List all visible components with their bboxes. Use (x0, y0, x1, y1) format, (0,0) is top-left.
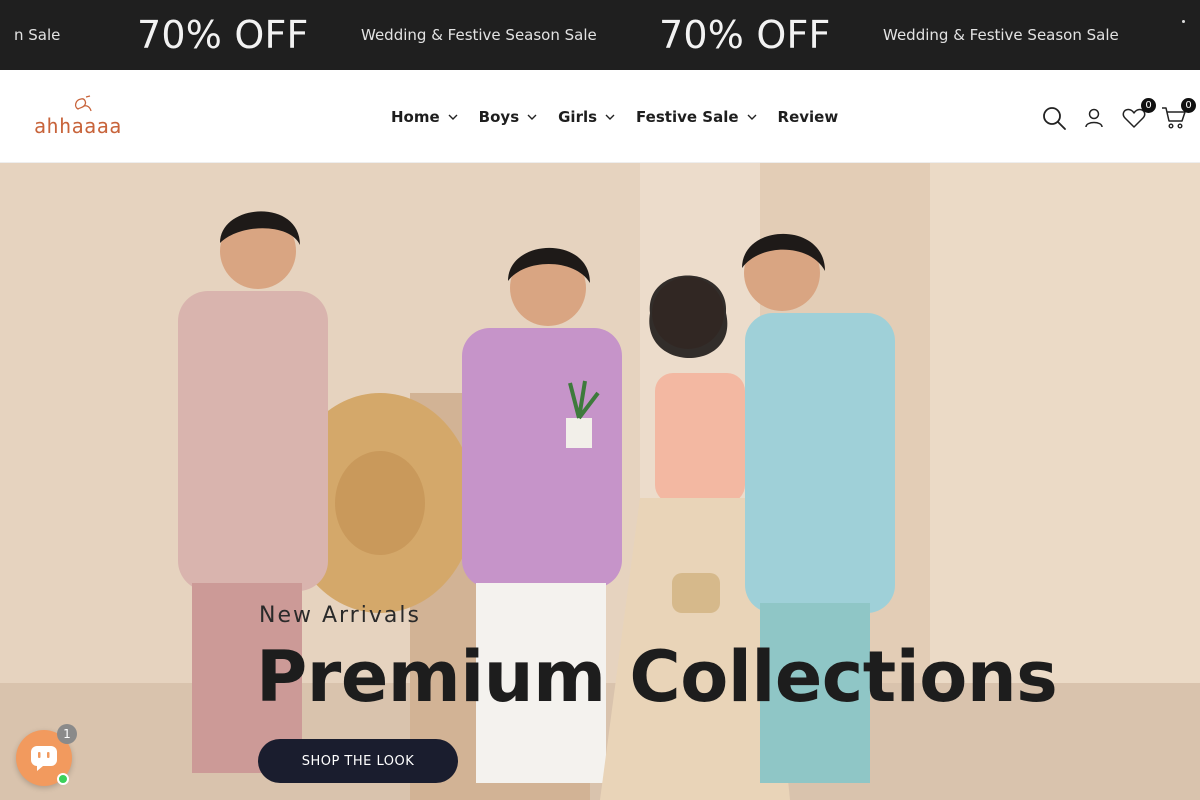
hero-headline: Premium Collections (256, 636, 1058, 718)
nav-item-label: Girls (558, 108, 598, 126)
hero-banner[interactable]: New Arrivals Premium Collections SHOP TH… (0, 163, 1200, 800)
chat-widget-button[interactable]: 1 (16, 724, 77, 786)
nav-item-review[interactable]: Review (778, 108, 839, 126)
announcement-text: n Sale (14, 26, 61, 44)
chat-unread-badge: 1 (57, 724, 77, 744)
chevron-down-icon (747, 114, 757, 120)
nav-item-girls[interactable]: Girls (558, 108, 615, 126)
wishlist-button[interactable]: 0 (1120, 98, 1156, 132)
logo-mark-icon (74, 95, 92, 112)
search-button[interactable] (1040, 104, 1068, 132)
chevron-down-icon (527, 114, 537, 120)
announcement-bar: n Sale 70% OFF Wedding & Festive Season … (0, 0, 1200, 70)
chat-icon (31, 746, 57, 771)
online-status-dot (57, 773, 69, 785)
cart-count-badge: 0 (1181, 98, 1196, 113)
site-header: ahhaaaa Home Boys Girls Festive Sale Rev… (0, 70, 1200, 163)
announcement-discount: 70% OFF (659, 13, 831, 57)
logo[interactable]: ahhaaaa (34, 95, 134, 140)
account-button[interactable] (1080, 104, 1108, 132)
announcement-discount: 70% OFF (137, 13, 309, 57)
nav-item-label: Review (777, 108, 839, 126)
chevron-down-icon (448, 114, 458, 120)
chevron-down-icon (605, 114, 615, 120)
wishlist-count-badge: 0 (1141, 98, 1156, 113)
nav-item-label: Boys (478, 108, 520, 126)
cart-button[interactable]: 0 (1160, 98, 1196, 132)
logo-wordmark: ahhaaaa (34, 114, 122, 138)
nav-item-home[interactable]: Home (391, 108, 458, 126)
shop-the-look-button[interactable]: SHOP THE LOOK (258, 739, 458, 783)
user-icon (1085, 108, 1103, 128)
search-icon (1043, 107, 1066, 130)
nav-item-label: Festive Sale (636, 108, 739, 126)
hero-kicker: New Arrivals (259, 603, 421, 628)
header-actions: 0 0 (1028, 98, 1196, 133)
nav-item-boys[interactable]: Boys (479, 108, 537, 126)
nav-item-festive-sale[interactable]: Festive Sale (636, 108, 757, 126)
nav-item-label: Home (391, 108, 440, 126)
announcement-dot (1182, 20, 1185, 23)
announcement-text: Wedding & Festive Season Sale (883, 26, 1119, 44)
announcement-text: Wedding & Festive Season Sale (361, 26, 597, 44)
main-nav: Home Boys Girls Festive Sale Review (391, 103, 838, 131)
